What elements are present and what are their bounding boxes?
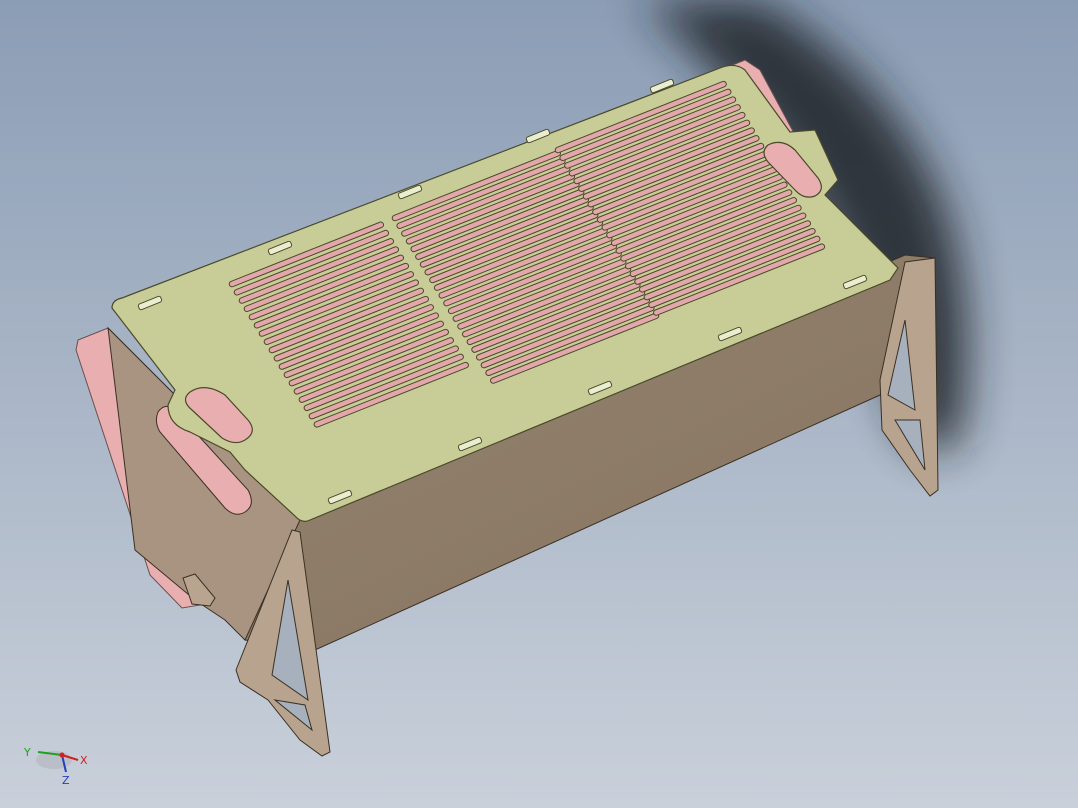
triad-z-label: Z (62, 774, 70, 787)
model-view[interactable]: X Y Z (0, 0, 1078, 808)
triad-y-label: Y (23, 746, 31, 759)
cad-viewport[interactable]: X Y Z (0, 0, 1078, 808)
triad-origin (59, 752, 65, 758)
triad-x-label: X (80, 754, 88, 767)
